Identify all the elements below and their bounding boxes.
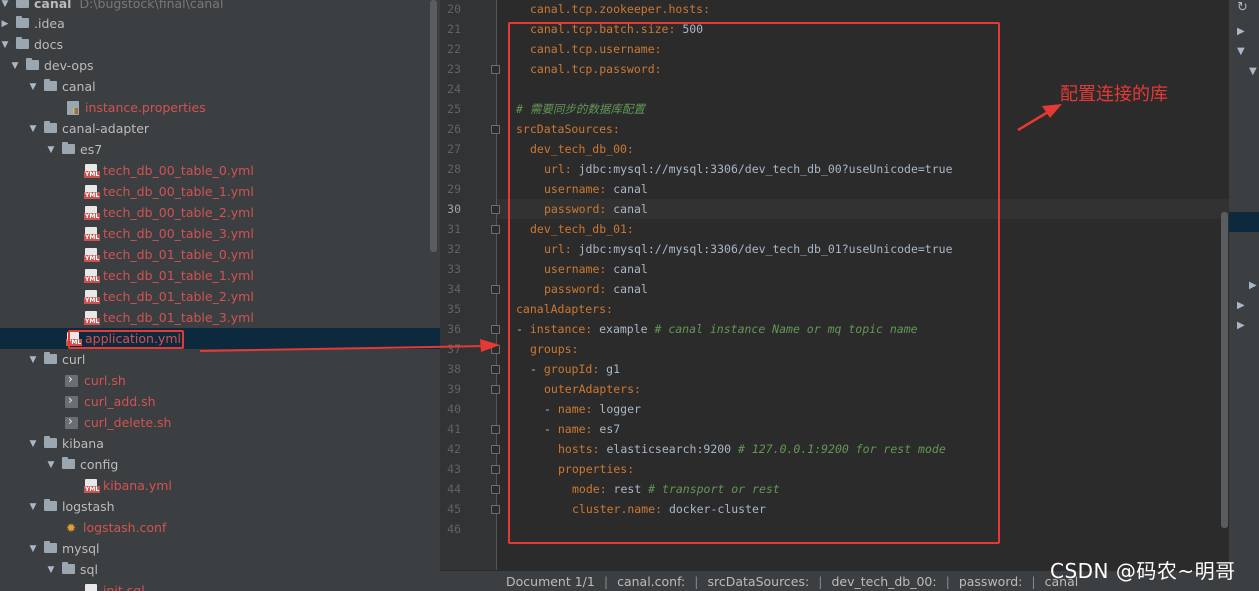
annotation-arrow-line [1017,110,1049,132]
annotation-arrowhead [480,339,500,352]
annotation-arrow-line [199,345,487,352]
annotation-arrowhead [1042,104,1062,118]
watermark: CSDN @码农~明哥 [1050,559,1236,583]
annotation-label: 配置连接的库 [1060,84,1168,105]
